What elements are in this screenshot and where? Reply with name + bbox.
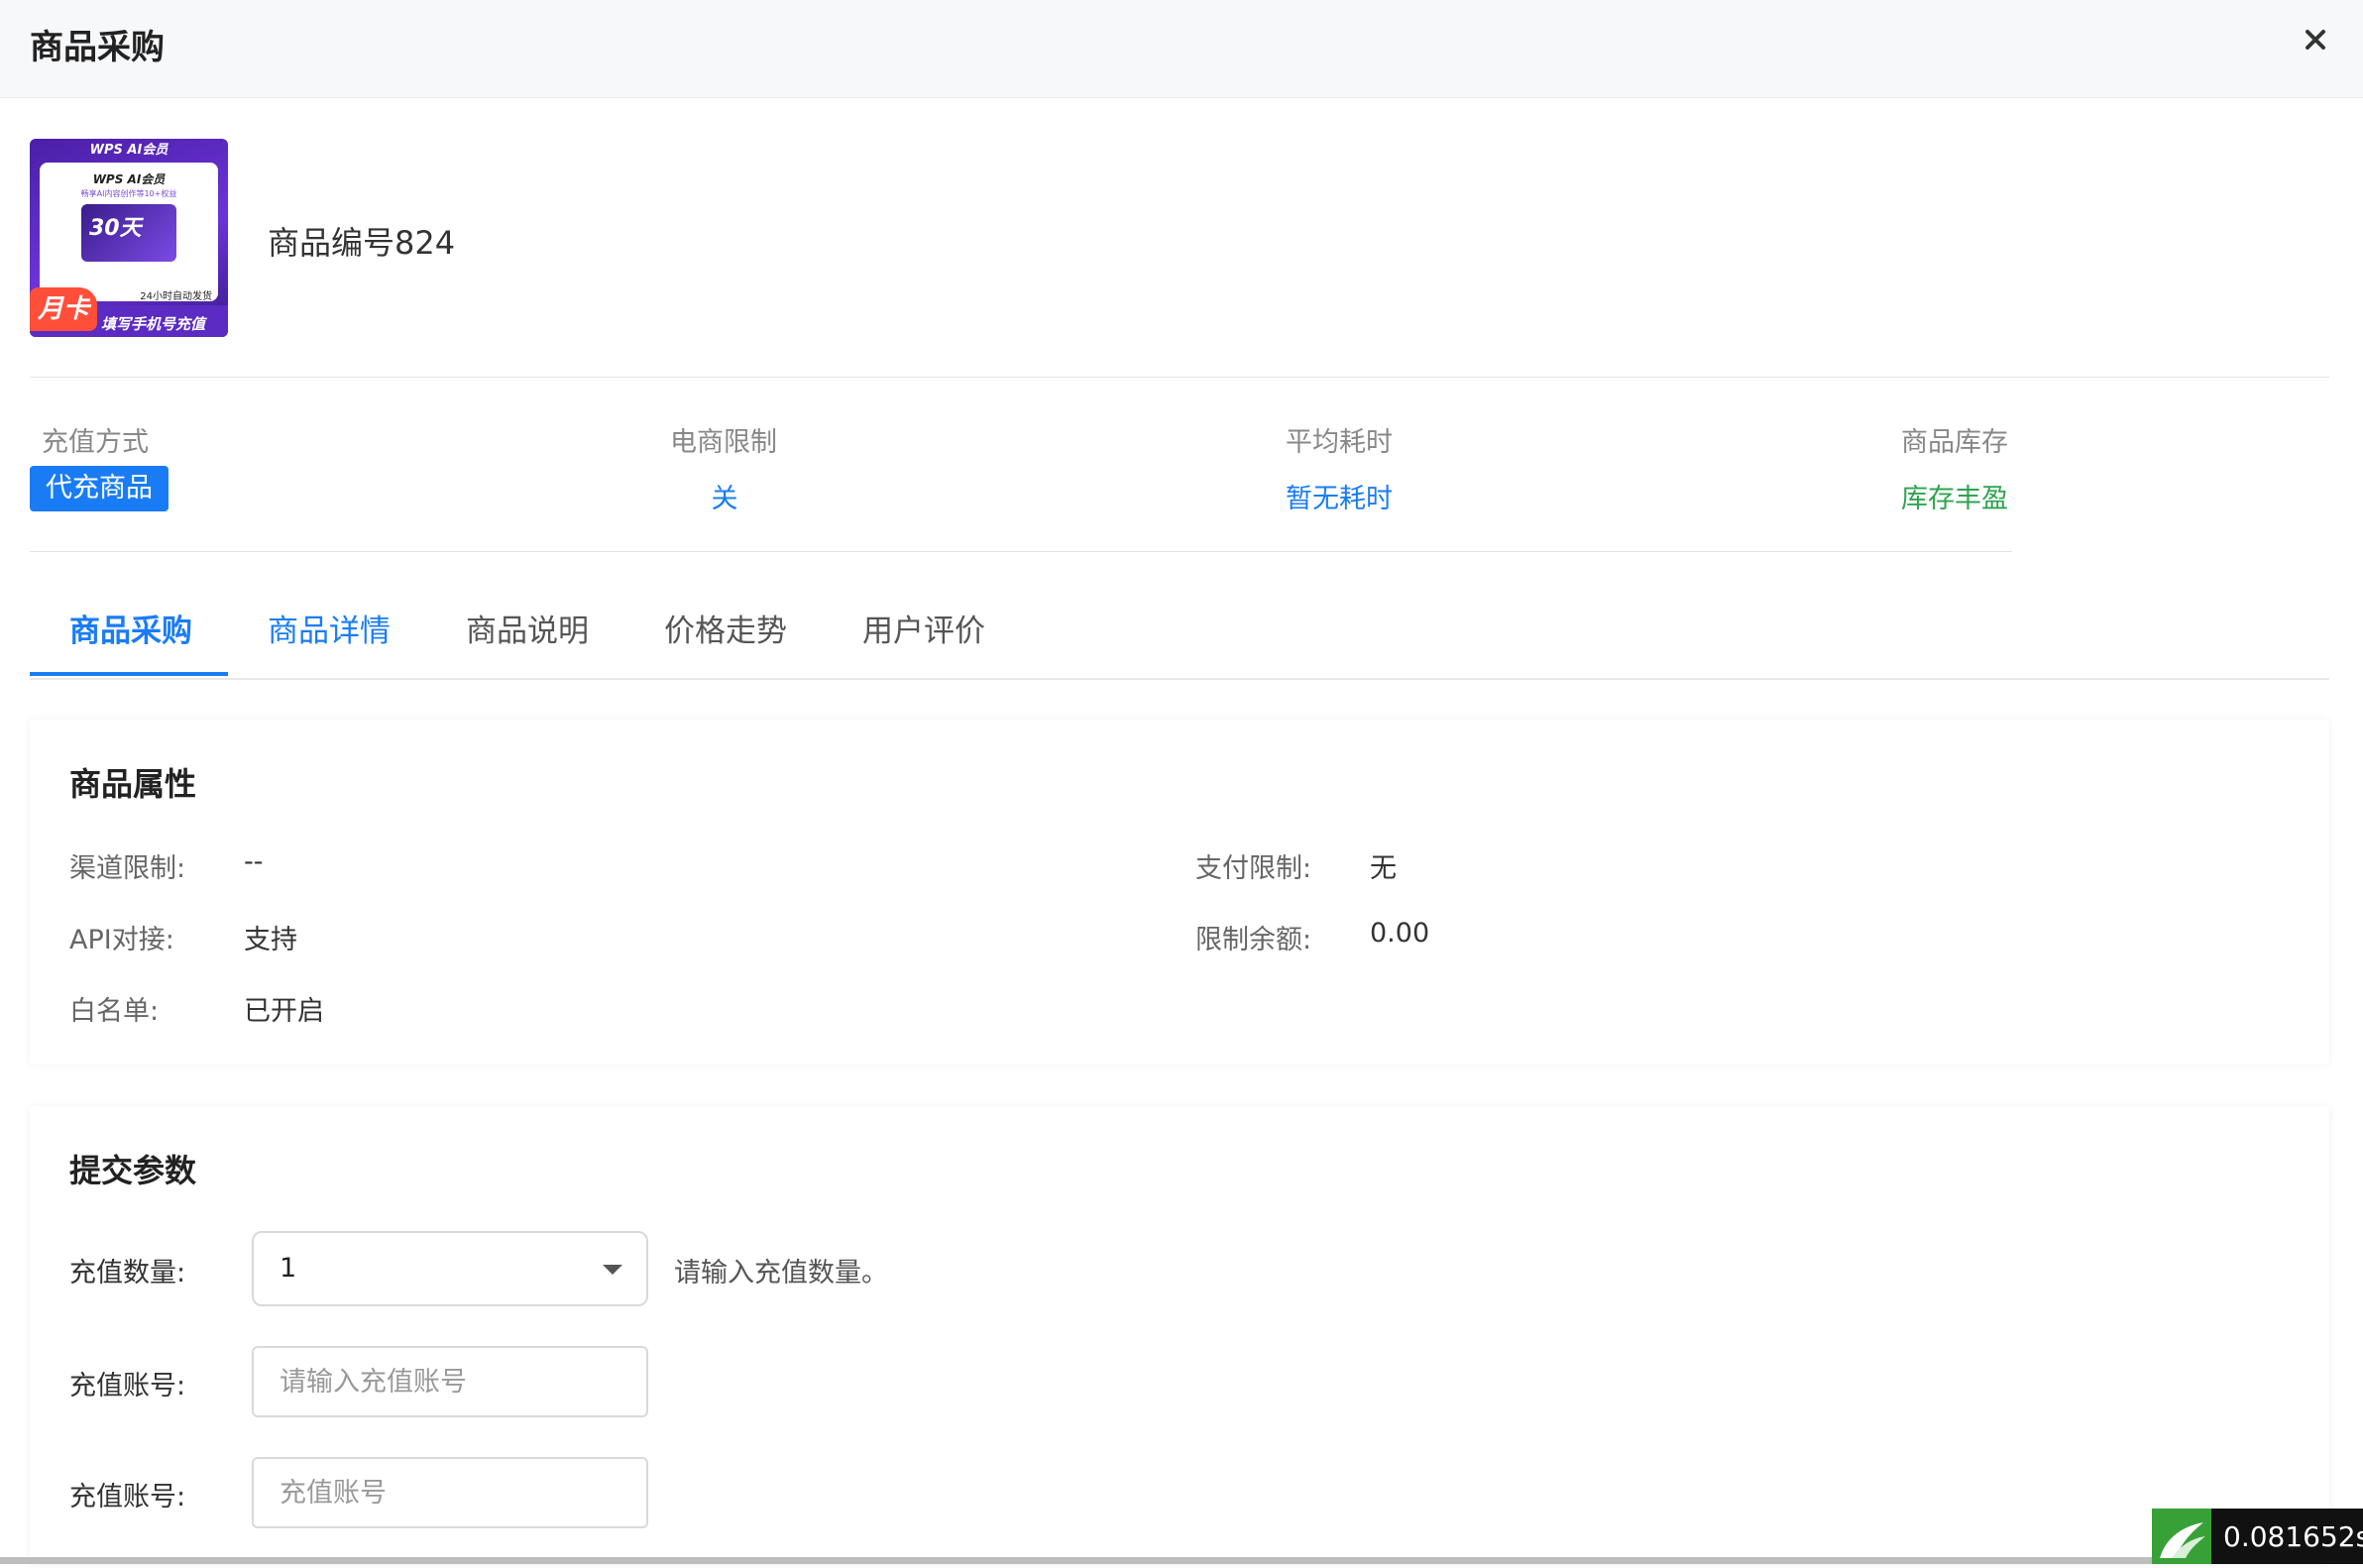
stat-label: 电商限制 [670,427,777,458]
product-image-box: 30天 [81,204,176,262]
tab-price-trend[interactable]: 价格走势 [664,585,787,676]
account-confirm-label: 充值账号: [69,1482,186,1512]
modal-title: 商品采购 [30,28,165,67]
timer-badge: 0.081652s [2152,1509,2363,1564]
stat-label: 平均耗时 [1286,427,1393,458]
product-image-fill-text: 填写手机号充值 [101,315,206,333]
stat-value: 库存丰盈 [1901,484,2008,514]
stat-label: 商品库存 [1901,427,2008,458]
attr-value-api: 支持 [244,925,297,955]
product-image-month-badge: 月卡 [30,287,97,331]
stat-ecommerce-limit: 电商限制 关 [670,420,779,515]
divider [30,551,2012,552]
attr-label-payment: 支付限制: [1195,853,1312,884]
quantity-select[interactable]: 1 [252,1231,648,1306]
tab-description[interactable]: 商品说明 [466,585,589,676]
account-label: 充值账号: [69,1371,186,1401]
modal-header: 商品采购 [0,0,2363,98]
attr-value-payment: 无 [1370,853,1397,884]
stat-value: 暂无耗时 [1286,484,1393,514]
attr-label-limit-balance: 限制余额: [1195,925,1312,955]
submit-title: 提交参数 [69,1152,197,1189]
chevron-down-icon [603,1265,622,1275]
attributes-title: 商品属性 [69,765,197,803]
product-image: WPS AI会员 WPS AI会员 畅享AI内容创作等10+权益 30天 24小… [30,139,228,337]
attr-value-limit-balance: 0.00 [1370,918,1430,949]
quantity-value: 1 [280,1253,297,1284]
stat-value: 关 [711,484,738,514]
tab-purchase[interactable]: 商品采购 [69,585,192,676]
product-image-days: 30天 [89,216,142,241]
attr-value-whitelist: 已开启 [244,996,324,1027]
product-name: 商品编号824 [268,224,456,262]
quantity-help: 请输入充值数量。 [674,1258,888,1288]
timer-text: 0.081652s [2223,1520,2363,1553]
product-image-banner: WPS AI会员 [89,143,169,158]
attr-label-api: API对接: [69,925,174,955]
attr-label-whitelist: 白名单: [69,996,160,1027]
stat-label: 充值方式 [42,427,149,458]
bottom-bar [0,1557,2363,1564]
stat-stock: 商品库存 库存丰盈 [1901,420,2008,515]
product-image-card: WPS AI会员 畅享AI内容创作等10+权益 30天 24小时自动发货 [40,163,218,302]
account-confirm-input[interactable] [252,1457,648,1528]
leaf-logo-icon [2152,1509,2211,1564]
active-tab-indicator [30,672,228,676]
attributes-panel: 商品属性 渠道限制: -- 支付限制: 无 API对接: 支持 限制余额: 0.… [30,720,2329,1064]
stat-average-time: 平均耗时 暂无耗时 [1286,420,1393,515]
product-image-brand: WPS AI会员 [92,172,166,186]
close-icon[interactable] [2298,22,2333,57]
divider [30,377,2329,378]
quantity-label: 充值数量: [69,1258,186,1288]
attr-value-channel: -- [244,846,264,877]
tab-bar: 商品采购 商品详情 商品说明 价格走势 用户评价 [30,585,2329,680]
tab-details[interactable]: 商品详情 [268,585,391,676]
stat-recharge-method: 充值方式 [42,420,149,459]
product-image-subtitle: 畅享AI内容创作等10+权益 [80,189,177,198]
attr-label-channel: 渠道限制: [69,853,186,884]
tab-user-reviews[interactable]: 用户评价 [862,585,985,676]
account-input[interactable] [252,1346,648,1417]
recharge-method-tag: 代充商品 [30,466,169,511]
